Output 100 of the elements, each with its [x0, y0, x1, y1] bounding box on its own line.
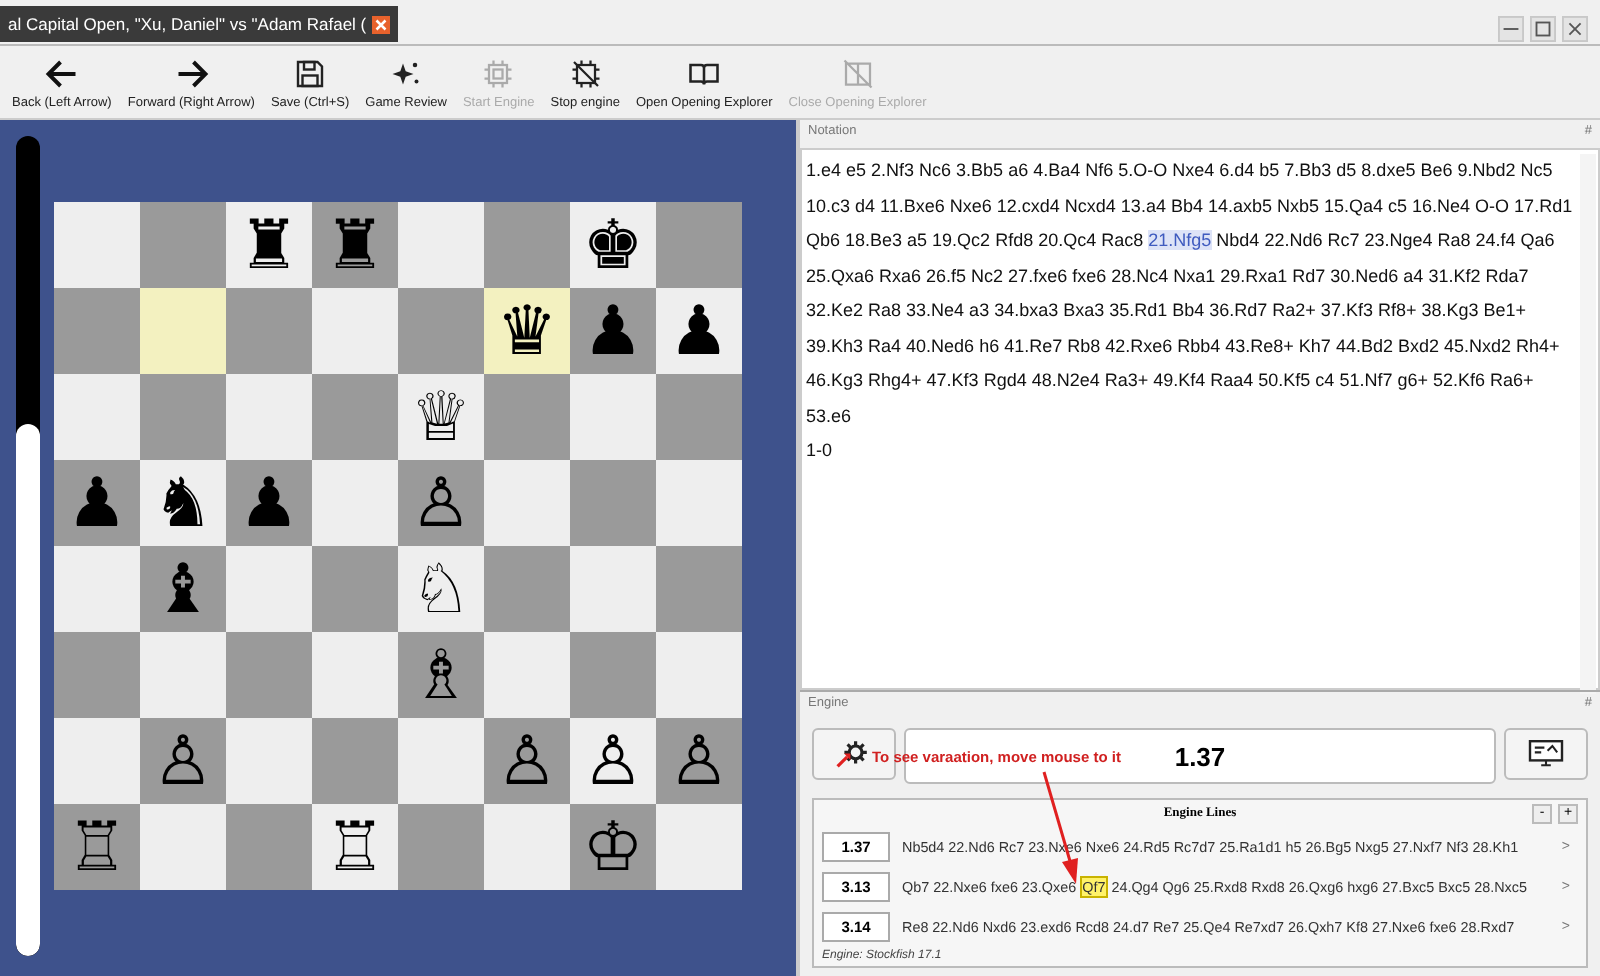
- chess-piece[interactable]: ♟: [66, 469, 128, 537]
- board-square[interactable]: [312, 718, 398, 804]
- board-square[interactable]: [656, 632, 742, 718]
- board-square[interactable]: ♖: [312, 804, 398, 890]
- scrollbar[interactable]: [1580, 154, 1596, 694]
- chess-piece[interactable]: ♞: [152, 469, 214, 537]
- board-square[interactable]: [484, 632, 570, 718]
- board-square[interactable]: [226, 374, 312, 460]
- board-square[interactable]: [140, 374, 226, 460]
- board-square[interactable]: [226, 632, 312, 718]
- chess-piece[interactable]: ♙: [410, 469, 472, 537]
- board-square[interactable]: ♖: [54, 804, 140, 890]
- board-square[interactable]: ♘: [398, 546, 484, 632]
- board-square[interactable]: ♟: [656, 288, 742, 374]
- board-square[interactable]: ♟: [226, 460, 312, 546]
- board-square[interactable]: ♟: [54, 460, 140, 546]
- chess-piece[interactable]: ♜: [238, 211, 300, 279]
- chess-piece[interactable]: ♚: [582, 211, 644, 279]
- board-square[interactable]: ♙: [656, 718, 742, 804]
- chess-piece[interactable]: ♝: [152, 555, 214, 623]
- board-square[interactable]: ♜: [226, 202, 312, 288]
- board-square[interactable]: [398, 718, 484, 804]
- board-square[interactable]: [226, 546, 312, 632]
- board-square[interactable]: ♗: [398, 632, 484, 718]
- chess-piece[interactable]: ♔: [582, 813, 644, 881]
- board-square[interactable]: [484, 202, 570, 288]
- chess-piece[interactable]: ♟: [668, 297, 730, 365]
- chess-piece[interactable]: ♕: [410, 383, 472, 451]
- engine-settings-button[interactable]: [812, 728, 896, 780]
- board-square[interactable]: [570, 374, 656, 460]
- board-square[interactable]: [54, 374, 140, 460]
- board-square[interactable]: [226, 288, 312, 374]
- board-square[interactable]: [312, 288, 398, 374]
- chess-piece[interactable]: ♘: [410, 555, 472, 623]
- game-result: 1-0: [806, 438, 835, 464]
- chess-piece[interactable]: ♗: [410, 641, 472, 709]
- board-square[interactable]: [54, 632, 140, 718]
- chess-board[interactable]: ♜ ♜ ♚ ♛ ♟ ♟ ♕ ♟ ♞ ♟ ♙ ♝ ♘ ♗ ♙ ♙ ♙ ♙ ♖ ♖ ♔: [54, 202, 742, 890]
- board-square[interactable]: [656, 374, 742, 460]
- close-icon[interactable]: [1562, 15, 1588, 41]
- board-square[interactable]: [226, 718, 312, 804]
- board-square[interactable]: ♟: [570, 288, 656, 374]
- board-square[interactable]: [484, 804, 570, 890]
- board-square[interactable]: [140, 288, 226, 374]
- board-square[interactable]: ♜: [312, 202, 398, 288]
- board-square[interactable]: [312, 460, 398, 546]
- chess-piece[interactable]: ♟: [238, 469, 300, 537]
- board-square[interactable]: [54, 202, 140, 288]
- board-square[interactable]: [54, 288, 140, 374]
- chess-piece[interactable]: ♙: [152, 727, 214, 795]
- board-square[interactable]: [570, 460, 656, 546]
- document-tab[interactable]: al Capital Open, "Xu, Daniel" vs "Adam Rafael (: [0, 6, 399, 42]
- board-square[interactable]: ♙: [484, 718, 570, 804]
- maximize-icon[interactable]: [1530, 15, 1556, 41]
- board-square[interactable]: [570, 632, 656, 718]
- chess-piece[interactable]: ♙: [496, 727, 558, 795]
- chess-piece[interactable]: ♜: [324, 211, 386, 279]
- crossed-book-icon: [839, 55, 876, 91]
- board-square[interactable]: ♔: [570, 804, 656, 890]
- board-square[interactable]: [312, 632, 398, 718]
- board-square[interactable]: [140, 202, 226, 288]
- board-square[interactable]: [484, 460, 570, 546]
- chess-piece[interactable]: ♛: [496, 297, 558, 365]
- board-square[interactable]: [54, 718, 140, 804]
- board-square[interactable]: [398, 288, 484, 374]
- board-square[interactable]: ♙: [398, 460, 484, 546]
- board-square[interactable]: [484, 546, 570, 632]
- chess-piece[interactable]: ♙: [582, 727, 644, 795]
- board-square[interactable]: [398, 804, 484, 890]
- board-square[interactable]: [484, 374, 570, 460]
- board-square[interactable]: [570, 546, 656, 632]
- chess-piece[interactable]: ♟: [582, 297, 644, 365]
- monitor-button[interactable]: [1504, 728, 1588, 780]
- board-square[interactable]: [312, 374, 398, 460]
- tab-title: al Capital Open, "Xu, Daniel" vs "Adam Rafael (: [8, 14, 367, 34]
- crossed-chip-icon: [567, 55, 604, 91]
- chess-piece[interactable]: ♖: [324, 813, 386, 881]
- monitor-icon: [1526, 738, 1566, 770]
- board-square[interactable]: [656, 202, 742, 288]
- board-square[interactable]: [656, 460, 742, 546]
- board-square[interactable]: [398, 202, 484, 288]
- board-square[interactable]: ♙: [140, 718, 226, 804]
- board-square[interactable]: ♞: [140, 460, 226, 546]
- chess-piece[interactable]: ♖: [66, 813, 128, 881]
- chess-piece[interactable]: ♙: [668, 727, 730, 795]
- minimize-icon[interactable]: [1498, 15, 1524, 41]
- board-square[interactable]: [656, 804, 742, 890]
- board-square[interactable]: ♚: [570, 202, 656, 288]
- board-square[interactable]: [656, 546, 742, 632]
- board-square[interactable]: [226, 804, 312, 890]
- board-square[interactable]: [54, 546, 140, 632]
- board-square[interactable]: ♛: [484, 288, 570, 374]
- board-square[interactable]: ♝: [140, 546, 226, 632]
- left-arrow-icon: [43, 55, 80, 91]
- board-square[interactable]: [140, 804, 226, 890]
- board-square[interactable]: ♕: [398, 374, 484, 460]
- gear-icon: [838, 738, 870, 770]
- board-square[interactable]: ♙: [570, 718, 656, 804]
- board-square[interactable]: [140, 632, 226, 718]
- board-square[interactable]: [312, 546, 398, 632]
